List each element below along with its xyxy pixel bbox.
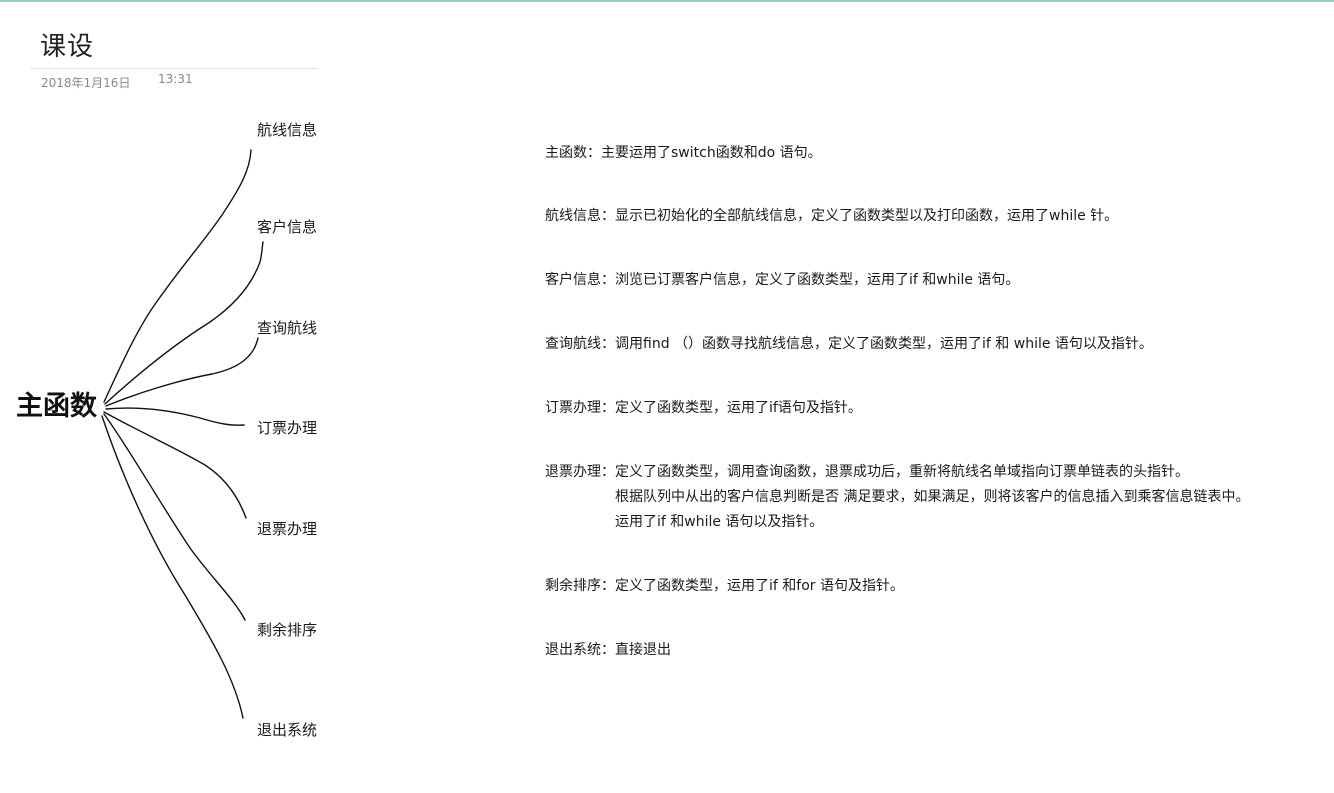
- desc-line: 主函数：主要运用了switch函数和do 语句。: [545, 145, 822, 161]
- desc-line: 查询航线：调用find （）函数寻找航线信息，定义了函数类型，运用了if 和 w…: [545, 336, 1153, 352]
- branch-booking: 订票办理: [257, 419, 318, 437]
- desc-line: 退出系统：直接退出: [545, 642, 671, 658]
- branch-exit: 退出系统: [257, 721, 318, 739]
- desc-query-route: 查询航线：调用find （）函数寻找航线信息，定义了函数类型，运用了if 和 w…: [545, 332, 1153, 357]
- stroke-to-remaining-sort: [103, 413, 246, 621]
- stroke-to-exit: [101, 415, 244, 719]
- stroke-to-booking: [105, 407, 245, 426]
- desc-remaining-sort: 剩余排序：定义了函数类型，运用了if 和for 语句及指针。: [545, 574, 904, 599]
- desc-line: 客户信息：浏览已订票客户信息，定义了函数类型，运用了if 和while 语句。: [545, 272, 1020, 288]
- stroke-to-airline-info: [103, 149, 252, 403]
- desc-line: 根据队列中从出的客户信息判断是否 满足要求，如果满足，则将该客户的信息插入到乘客…: [615, 489, 1250, 505]
- desc-airline-info: 航线信息：显示已初始化的全部航线信息，定义了函数类型以及打印函数，运用了whil…: [545, 204, 1118, 229]
- mindmap-center-node: 主函数: [16, 391, 97, 422]
- desc-refund: 退票办理：定义了函数类型，调用查询函数，退票成功后，重新将航线名单域指向订票单链…: [545, 460, 1249, 535]
- desc-exit: 退出系统：直接退出: [545, 638, 671, 663]
- branch-query-route: 查询航线: [257, 319, 318, 337]
- branch-remaining-sort: 剩余排序: [257, 621, 318, 639]
- desc-main-function: 主函数：主要运用了switch函数和do 语句。: [545, 141, 822, 166]
- branch-airline-info: 航线信息: [257, 121, 318, 139]
- stroke-to-refund: [103, 411, 247, 519]
- desc-customer-info: 客户信息：浏览已订票客户信息，定义了函数类型，运用了if 和while 语句。: [545, 268, 1019, 293]
- desc-line: 订票办理：定义了函数类型，运用了if语句及指针。: [545, 400, 862, 416]
- desc-booking: 订票办理：定义了函数类型，运用了if语句及指针。: [545, 396, 862, 421]
- branch-refund: 退票办理: [257, 520, 318, 538]
- desc-line: 剩余排序：定义了函数类型，运用了if 和for 语句及指针。: [545, 578, 904, 594]
- desc-line: 退票办理：定义了函数类型，调用查询函数，退票成功后，重新将航线名单域指向订票单链…: [545, 464, 1189, 480]
- branch-customer-info: 客户信息: [257, 218, 318, 236]
- desc-line: 运用了if 和while 语句以及指针。: [615, 514, 824, 530]
- desc-line: 航线信息：显示已初始化的全部航线信息，定义了函数类型以及打印函数，运用了whil…: [545, 208, 1119, 224]
